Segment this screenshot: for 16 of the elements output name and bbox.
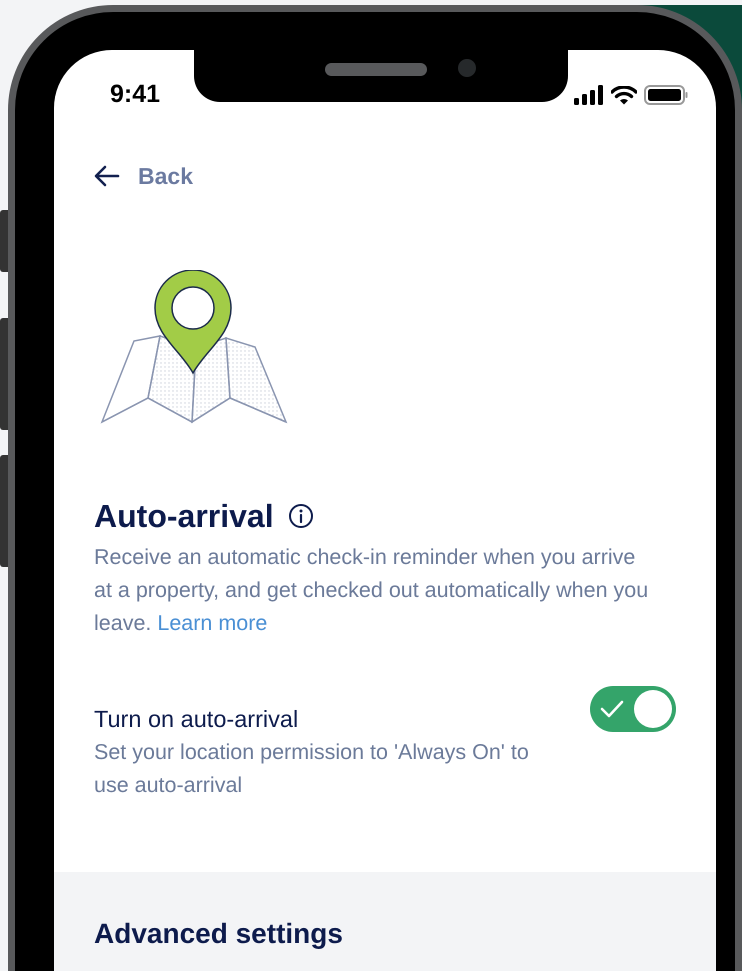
feature-title: Auto-arrival [94, 496, 274, 536]
feature-description: Receive an automatic check-in reminder when you arrive at a property, and get checked out automatically when you leave. Learn more [94, 544, 650, 636]
checkmark-icon [600, 700, 624, 718]
wifi-icon [611, 86, 637, 104]
section-heading: Advanced settings [94, 916, 344, 951]
learn-more-link[interactable]: Learn more [157, 610, 268, 634]
toggle-description: Set your location permission to 'Always On' to use auto-arrival [94, 738, 530, 798]
battery-icon [644, 85, 688, 105]
toggle-switch[interactable] [590, 686, 676, 732]
back-link[interactable]: Back [138, 159, 193, 194]
toggle-thumb [634, 690, 672, 728]
status-time: 9:41 [110, 79, 160, 110]
toggle-label: Turn on auto-arrival [94, 704, 300, 734]
back-arrow-icon[interactable] [94, 165, 120, 188]
info-icon[interactable] [288, 502, 314, 528]
signal-icon [574, 85, 604, 105]
